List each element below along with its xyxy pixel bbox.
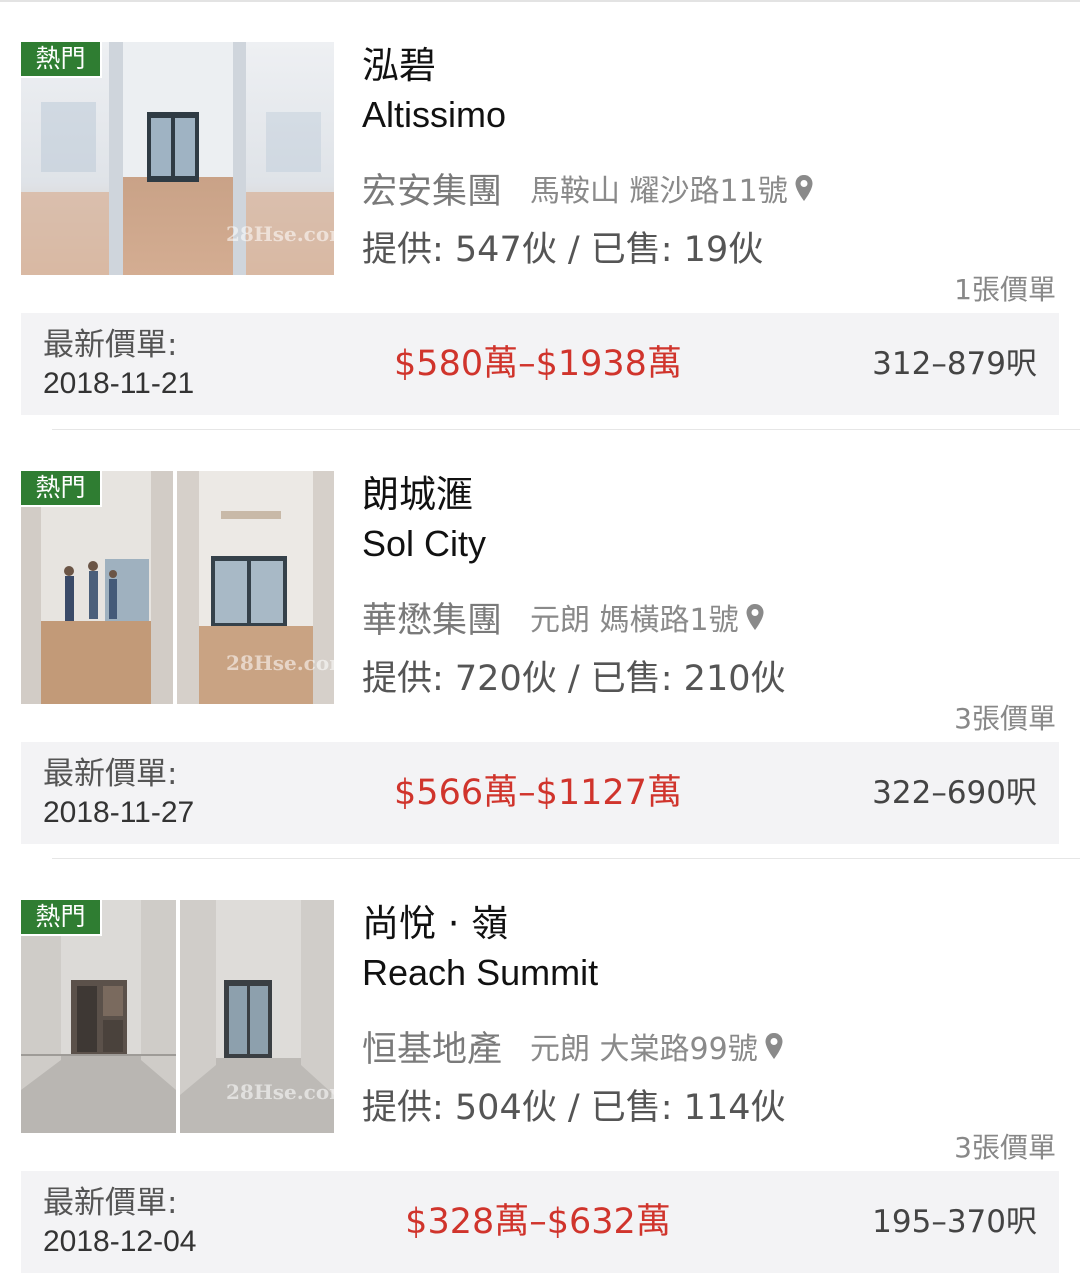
- hot-badge: 熱門: [21, 42, 102, 78]
- price-list-count-link[interactable]: 3張價單: [954, 701, 1056, 737]
- latest-price-list-label: 最新價單:: [43, 1185, 178, 1221]
- map-pin-icon[interactable]: [764, 1032, 784, 1060]
- price-range: $566萬–$1127萬: [394, 773, 682, 813]
- listing-card[interactable]: 28Hse.com 熱門 尚悅 · 嶺 Reach Summit 恒基地產 元朗…: [0, 858, 1080, 1288]
- location-address: 馬鞍山 耀沙路11號: [530, 174, 788, 209]
- location-address: 元朗 大棠路99號: [530, 1032, 758, 1067]
- developer-location-row: 宏安集團 馬鞍山 耀沙路11號: [362, 165, 814, 212]
- latest-price-list-date: 2018-11-21: [43, 367, 195, 400]
- units-supply-sold: 提供: 547伙 / 已售: 19伙: [362, 230, 764, 270]
- hot-badge: 熱門: [21, 471, 102, 507]
- location-address: 元朗 媽橫路1號: [530, 603, 739, 638]
- listing-thumbnail[interactable]: 28Hse.com 熱門: [21, 42, 334, 275]
- project-name-chinese[interactable]: 尚悅 · 嶺: [362, 902, 508, 946]
- price-range: $328萬–$632萬: [405, 1202, 671, 1242]
- hot-badge: 熱門: [21, 900, 102, 936]
- developer-location-row: 恒基地產 元朗 大棠路99號: [362, 1023, 784, 1070]
- latest-price-list-label: 最新價單:: [43, 327, 178, 363]
- latest-price-list-label: 最新價單:: [43, 756, 178, 792]
- listing-thumbnail[interactable]: 28Hse.com 熱門: [21, 900, 334, 1133]
- size-range: 322–690呎: [872, 775, 1037, 811]
- project-name-english[interactable]: Reach Summit: [362, 951, 598, 995]
- price-range: $580萬–$1938萬: [394, 344, 682, 384]
- listing-card[interactable]: 28Hse.com 熱門 泓碧 Altissimo 宏安集團 馬鞍山 耀沙路11…: [0, 0, 1080, 430]
- project-name-chinese[interactable]: 泓碧: [362, 44, 436, 88]
- map-pin-icon[interactable]: [745, 603, 765, 631]
- listing-thumbnail[interactable]: 28Hse.com 熱門: [21, 471, 334, 704]
- size-range: 195–370呎: [872, 1204, 1037, 1240]
- developer-name: 恒基地產: [362, 1029, 503, 1070]
- latest-price-list-date: 2018-12-04: [43, 1225, 197, 1258]
- watermark-text: 28Hse.com: [226, 651, 334, 675]
- units-supply-sold: 提供: 720伙 / 已售: 210伙: [362, 659, 786, 699]
- price-summary-box[interactable]: 最新價單: 2018-11-21 $580萬–$1938萬 312–879呎: [21, 313, 1059, 415]
- developer-location-row: 華懋集團 元朗 媽橫路1號: [362, 594, 765, 641]
- developer-name: 宏安集團: [362, 171, 503, 212]
- listing-card[interactable]: 28Hse.com 熱門 朗城滙 Sol City 華懋集團 元朗 媽橫路1號 …: [0, 429, 1080, 859]
- latest-price-list-date: 2018-11-27: [43, 796, 195, 829]
- map-pin-icon[interactable]: [794, 174, 814, 202]
- price-summary-box[interactable]: 最新價單: 2018-11-27 $566萬–$1127萬 322–690呎: [21, 742, 1059, 844]
- project-name-english[interactable]: Altissimo: [362, 93, 506, 137]
- price-list-count-link[interactable]: 1張價單: [954, 272, 1056, 308]
- watermark-text: 28Hse.com: [226, 1080, 334, 1104]
- project-name-english[interactable]: Sol City: [362, 522, 486, 566]
- project-name-chinese[interactable]: 朗城滙: [362, 473, 473, 517]
- price-summary-box[interactable]: 最新價單: 2018-12-04 $328萬–$632萬 195–370呎: [21, 1171, 1059, 1273]
- watermark-text: 28Hse.com: [226, 222, 334, 246]
- developer-name: 華懋集團: [362, 600, 503, 641]
- units-supply-sold: 提供: 504伙 / 已售: 114伙: [362, 1088, 786, 1128]
- size-range: 312–879呎: [872, 346, 1037, 382]
- price-list-count-link[interactable]: 3張價單: [954, 1130, 1056, 1166]
